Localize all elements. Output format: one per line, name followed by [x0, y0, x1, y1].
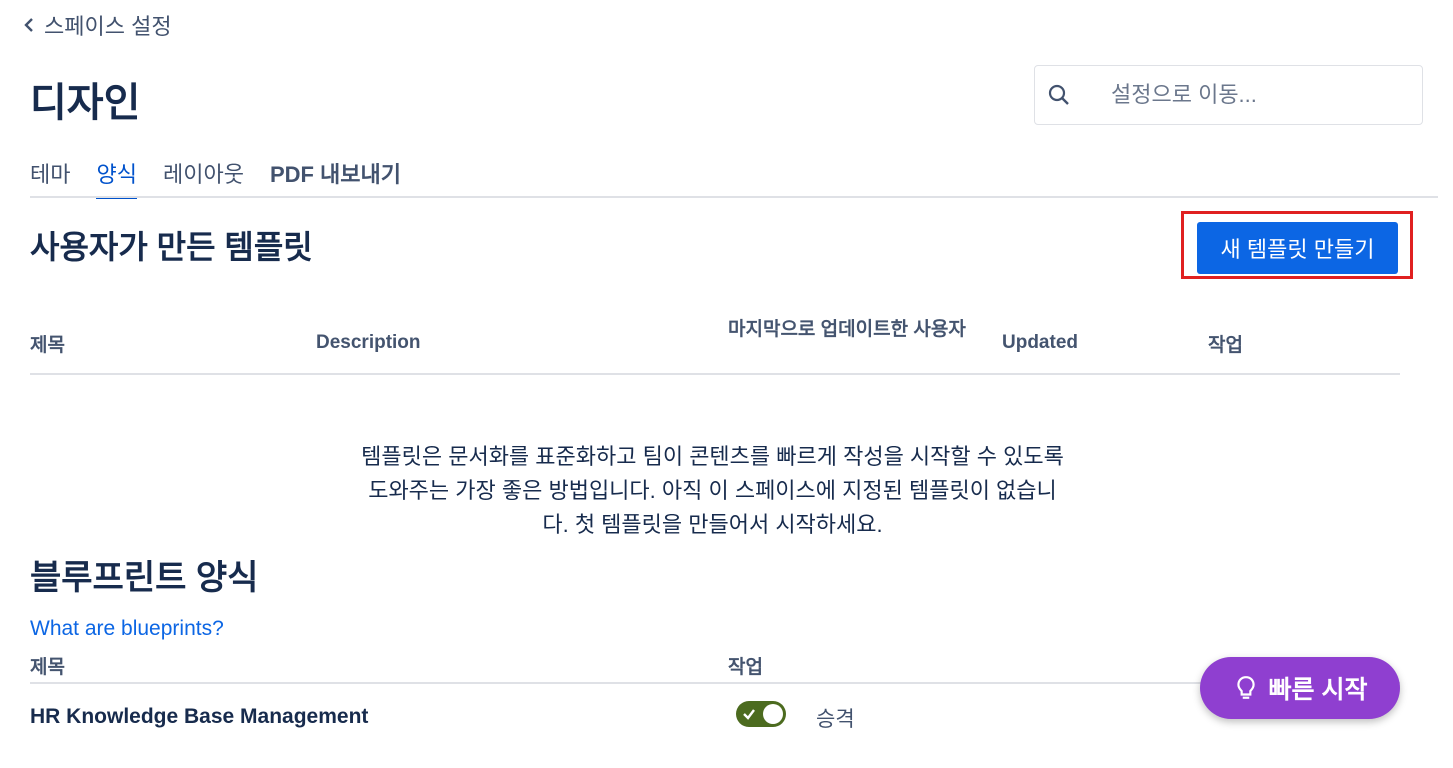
table-header-divider [30, 373, 1400, 375]
blueprints-title: 블루프린트 양식 [30, 559, 259, 597]
column-header-updated: Updated [1002, 332, 1078, 353]
blueprint-enable-toggle[interactable] [736, 701, 786, 727]
blueprint-column-actions: 작업 [728, 657, 763, 678]
promote-action[interactable]: 승격 [816, 703, 855, 733]
back-to-space-settings[interactable]: 스페이스 설정 [22, 10, 172, 40]
what-are-blueprints-link[interactable]: What are blueprints? [30, 617, 224, 641]
column-header-last-updated-by: 마지막으로 업데이트한 사용자 [728, 319, 966, 340]
tab-templates[interactable]: 양식 [96, 157, 137, 199]
back-label: 스페이스 설정 [44, 14, 172, 39]
blueprint-column-title: 제목 [30, 657, 65, 678]
column-header-description: Description [316, 332, 421, 353]
check-icon [743, 709, 755, 720]
tab-bar: 테마 양식 레이아웃 PDF 내보내기 [30, 157, 401, 199]
column-header-title: 제목 [30, 335, 65, 356]
chevron-left-icon [24, 18, 33, 32]
empty-state-message: 템플릿은 문서화를 표준화하고 팀이 콘텐츠를 빠르게 작성을 시작할 수 있도… [361, 444, 1064, 537]
quick-start-label: 빠른 시작 [1268, 676, 1368, 704]
user-templates-title: 사용자가 만든 템플릿 [30, 229, 313, 265]
quick-start-button[interactable]: 빠른 시작 [1200, 657, 1400, 719]
create-template-button[interactable]: 새 템플릿 만들기 [1197, 222, 1398, 274]
search-input[interactable] [1109, 81, 1413, 109]
settings-search[interactable] [1034, 65, 1423, 125]
tabs-divider [30, 196, 1438, 198]
tab-theme[interactable]: 테마 [30, 157, 70, 199]
lightbulb-icon [1236, 676, 1255, 699]
blueprint-header-divider [30, 682, 1400, 684]
blueprint-row-title: HR Knowledge Base Management [30, 705, 369, 728]
page-title: 디자인 [30, 81, 141, 125]
tab-layout[interactable]: 레이아웃 [163, 157, 244, 199]
search-icon [1048, 84, 1069, 105]
column-header-actions: 작업 [1208, 335, 1243, 356]
toggle-knob [763, 704, 783, 724]
tab-pdf-export[interactable]: PDF 내보내기 [270, 157, 401, 199]
